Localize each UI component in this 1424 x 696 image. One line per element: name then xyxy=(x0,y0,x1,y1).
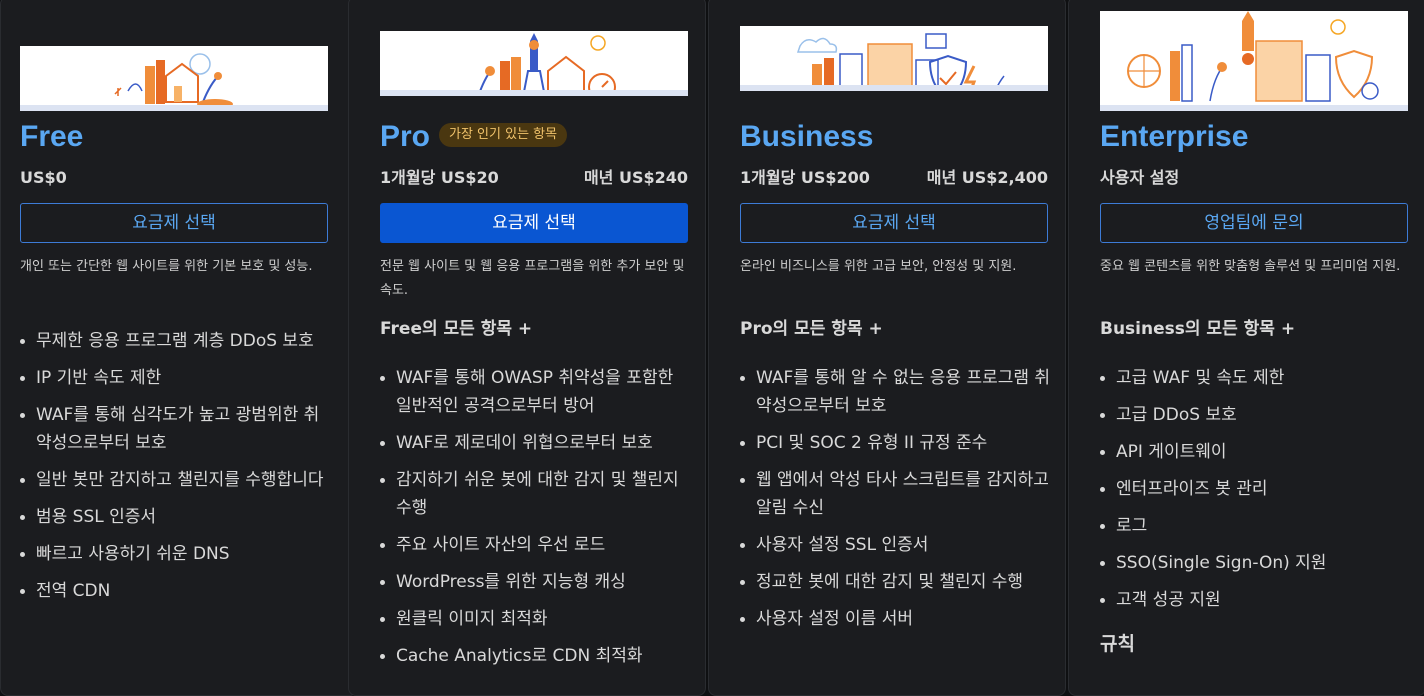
rules-heading: 규칙 xyxy=(1100,633,1135,655)
list-item: WAF로 제로데이 위협으로부터 보호 xyxy=(380,429,692,457)
list-item: 로그 xyxy=(1100,512,1412,540)
free-illustration xyxy=(20,46,328,111)
plan-title: Pro xyxy=(380,120,431,153)
list-item: 빠르고 사용하기 쉬운 DNS xyxy=(20,540,332,568)
plan-price-yearly: 매년 US$2,400 xyxy=(926,168,1048,187)
plan-title: Business xyxy=(740,120,874,153)
list-item: API 게이트웨이 xyxy=(1100,438,1412,466)
plan-price-monthly: 1개월당 US$20 xyxy=(380,168,499,187)
popular-badge: 가장 인기 있는 항목 xyxy=(439,123,568,147)
plan-description: 중요 웹 콘텐츠를 위한 맞춤형 솔루션 및 프리미엄 지원. xyxy=(1100,259,1401,274)
plan-price-yearly: 매년 US$240 xyxy=(583,168,688,187)
list-item: 사용자 설정 SSL 인증서 xyxy=(740,531,1052,559)
list-item: 일반 봇만 감지하고 챌린지를 수행합니다 xyxy=(20,466,332,494)
plan-price: US$0 xyxy=(20,168,67,187)
select-plan-button[interactable]: 요금제 선택 xyxy=(380,203,688,243)
list-item: 원클릭 이미지 최적화 xyxy=(380,605,692,633)
plan-description: 전문 웹 사이트 및 웹 응용 프로그램을 위한 추가 보안 및 속도. xyxy=(380,259,685,298)
list-item: SSO(Single Sign-On) 지원 xyxy=(1100,549,1412,577)
list-item: WordPress를 위한 지능형 캐싱 xyxy=(380,568,692,596)
list-item: 전역 CDN xyxy=(20,577,332,605)
list-item: 감지하기 쉬운 봇에 대한 감지 및 챌린지 수행 xyxy=(380,466,692,522)
list-item: 범용 SSL 인증서 xyxy=(20,503,332,531)
pro-illustration xyxy=(380,31,688,96)
plan-price: 사용자 설정 xyxy=(1100,168,1180,187)
list-item: 웹 앱에서 악성 타사 스크립트를 감지하고 알림 수신 xyxy=(740,466,1052,522)
list-item: WAF를 통해 알 수 없는 응용 프로그램 취약성으로부터 보호 xyxy=(740,364,1052,420)
enterprise-illustration xyxy=(1100,11,1408,111)
list-item: 엔터프라이즈 봇 관리 xyxy=(1100,475,1412,503)
plan-description: 개인 또는 간단한 웹 사이트를 위한 기본 보호 및 성능. xyxy=(20,259,313,274)
list-item: WAF를 통해 심각도가 높고 광범위한 취약성으로부터 보호 xyxy=(20,401,332,457)
plan-description: 온라인 비즈니스를 위한 고급 보안, 안정성 및 지원. xyxy=(740,259,1017,274)
list-item: WAF를 통해 OWASP 취약성을 포함한 일반적인 공격으로부터 방어 xyxy=(380,364,692,420)
list-item: Cache Analytics로 CDN 최적화 xyxy=(380,642,692,670)
list-item: 사용자 설정 이름 서버 xyxy=(740,605,1052,633)
feature-list: 무제한 응용 프로그램 계층 DDoS 보호 IP 기반 속도 제한 WAF를 … xyxy=(20,327,332,614)
list-item: PCI 및 SOC 2 유형 II 규정 준수 xyxy=(740,429,1052,457)
contact-sales-button[interactable]: 영업팀에 문의 xyxy=(1100,203,1408,243)
plan-card-enterprise: Enterprise 사용자 설정 영업팀에 문의 중요 웹 콘텐츠를 위한 맞… xyxy=(1068,0,1424,696)
plan-price-monthly: 1개월당 US$200 xyxy=(740,168,870,187)
plan-card-pro: Pro 가장 인기 있는 항목 1개월당 US$20 매년 US$240 요금제… xyxy=(348,0,706,696)
includes-heading: Business의 모든 항목 + xyxy=(1100,319,1296,339)
list-item: IP 기반 속도 제한 xyxy=(20,364,332,392)
feature-list: 고급 WAF 및 속도 제한 고급 DDoS 보호 API 게이트웨이 엔터프라… xyxy=(1100,364,1412,623)
feature-list: WAF를 통해 OWASP 취약성을 포함한 일반적인 공격으로부터 방어 WA… xyxy=(380,364,692,679)
select-plan-button[interactable]: 요금제 선택 xyxy=(20,203,328,243)
list-item: 고객 성공 지원 xyxy=(1100,586,1412,614)
list-item: 주요 사이트 자산의 우선 로드 xyxy=(380,531,692,559)
plan-title: Free xyxy=(20,120,84,153)
feature-list: WAF를 통해 알 수 없는 응용 프로그램 취약성으로부터 보호 PCI 및 … xyxy=(740,364,1052,642)
business-illustration xyxy=(740,26,1048,91)
pricing-plans: Free US$0 요금제 선택 개인 또는 간단한 웹 사이트를 위한 기본 … xyxy=(0,0,1424,696)
list-item: 고급 WAF 및 속도 제한 xyxy=(1100,364,1412,392)
plan-title: Enterprise xyxy=(1100,120,1249,153)
select-plan-button[interactable]: 요금제 선택 xyxy=(740,203,1048,243)
plan-card-free: Free US$0 요금제 선택 개인 또는 간단한 웹 사이트를 위한 기본 … xyxy=(0,0,358,696)
list-item: 고급 DDoS 보호 xyxy=(1100,401,1412,429)
list-item: 무제한 응용 프로그램 계층 DDoS 보호 xyxy=(20,327,332,355)
includes-heading: Free의 모든 항목 + xyxy=(380,319,533,339)
includes-heading: Pro의 모든 항목 + xyxy=(740,319,883,339)
list-item: 정교한 봇에 대한 감지 및 챌린지 수행 xyxy=(740,568,1052,596)
plan-card-business: Business 1개월당 US$200 매년 US$2,400 요금제 선택 … xyxy=(708,0,1066,696)
